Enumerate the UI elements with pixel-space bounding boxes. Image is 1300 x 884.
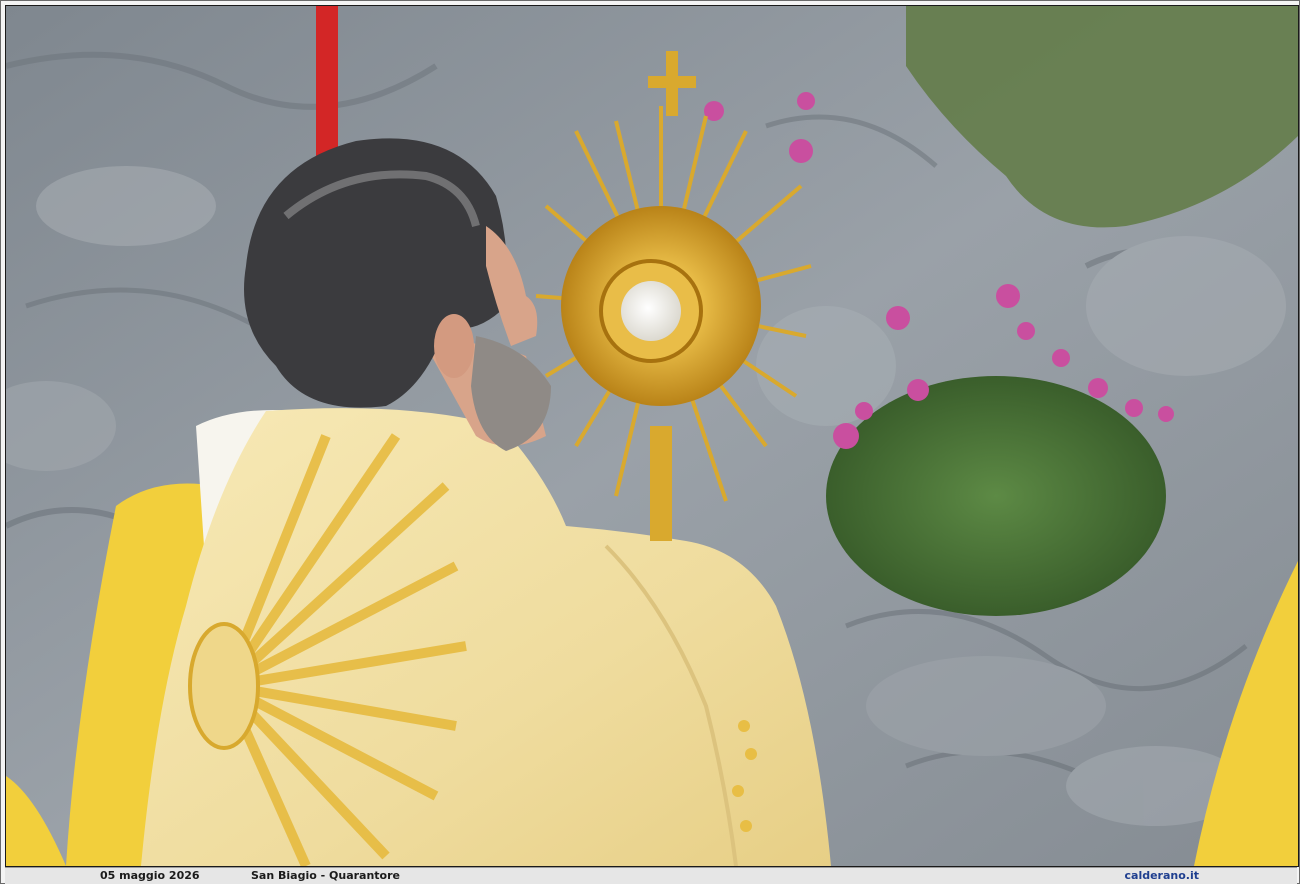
caption-site: calderano.it — [1124, 869, 1200, 882]
photo-frame: 05 maggio 2026 San Biagio - Quarantore c… — [0, 0, 1300, 884]
monstrance-stem — [650, 426, 672, 541]
priest-ear — [434, 314, 474, 378]
photo-scene — [6, 6, 1298, 866]
green-bush — [826, 376, 1166, 616]
caption-title: San Biagio - Quarantore — [251, 869, 400, 882]
photo — [5, 5, 1299, 867]
red-staff — [316, 6, 338, 166]
monstrance-host — [621, 281, 681, 341]
caption-bar: 05 maggio 2026 San Biagio - Quarantore c… — [5, 867, 1297, 884]
caption-date: 05 maggio 2026 — [100, 869, 200, 882]
ihs-medallion — [188, 622, 260, 750]
